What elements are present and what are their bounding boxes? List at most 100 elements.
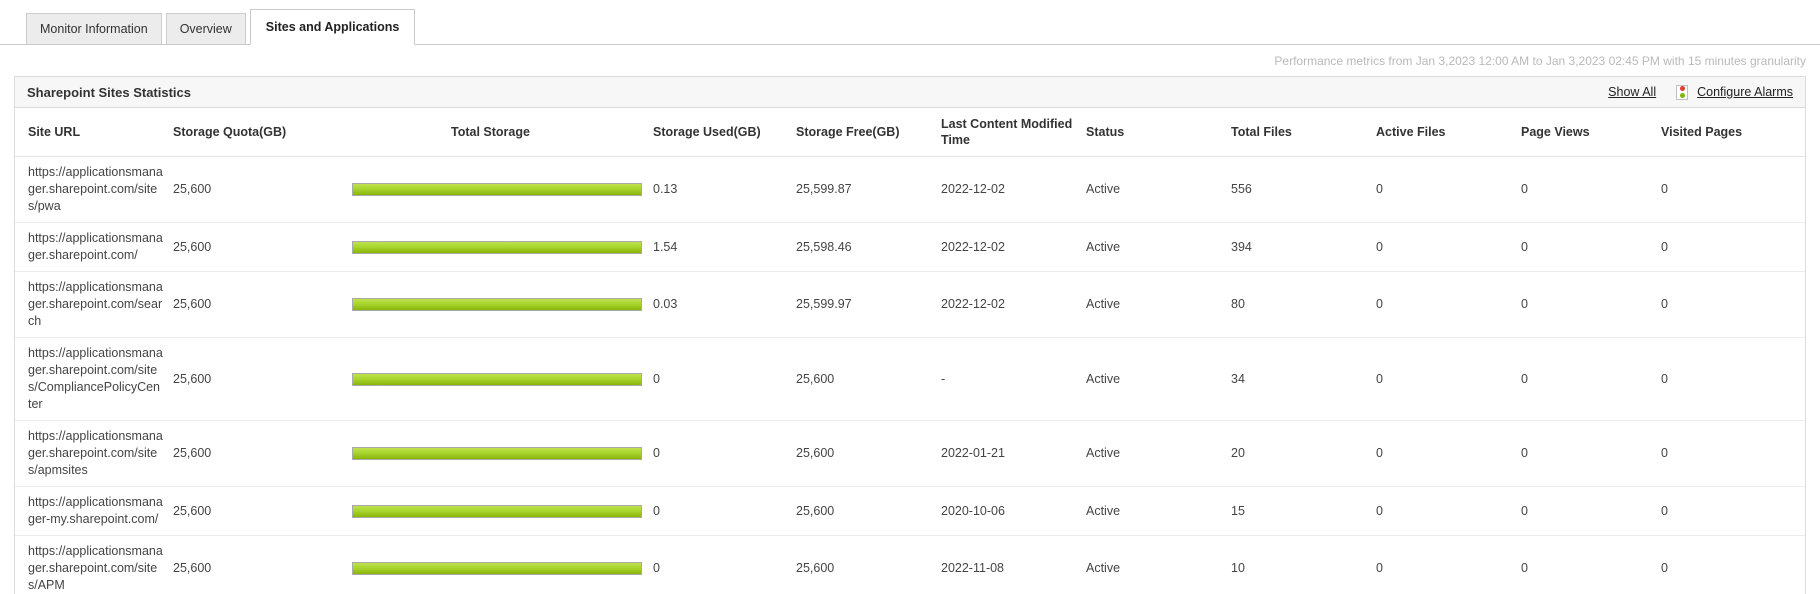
table-row: https://applicationsmanager.sharepoint.c…	[15, 157, 1805, 223]
cell-visited-pages: 0	[1661, 239, 1668, 254]
cell-storage-free: 25,599.87	[796, 182, 852, 196]
cell-total-storage	[338, 421, 653, 487]
storage-bar-fill	[353, 299, 641, 310]
show-all-link[interactable]: Show All	[1608, 85, 1656, 99]
column-header-active-files: Active Files	[1376, 108, 1521, 157]
traffic-light-icon[interactable]	[1676, 84, 1689, 100]
cell-storage-free: 25,600	[796, 503, 835, 518]
column-header-last-content-modified-time: Last Content Modified Time	[941, 108, 1086, 157]
cell-site-url: https://applicationsmanager.sharepoint.c…	[28, 346, 163, 411]
cell-total-files: 20	[1231, 446, 1245, 460]
cell-storage-quota: 25,600	[173, 561, 212, 575]
cell-storage-quota: 25,600	[173, 446, 212, 460]
cell-total-files: 556	[1231, 182, 1252, 196]
cell-last-modified: 2022-11-08	[941, 561, 1005, 575]
sharepoint-sites-panel: Sharepoint Sites Statistics Show All Con…	[14, 76, 1806, 594]
cell-status: Active	[1086, 182, 1121, 196]
cell-total-storage	[338, 272, 653, 338]
cell-page-views: 0	[1521, 561, 1528, 575]
cell-storage-quota: 25,600	[173, 371, 212, 386]
column-header-site-url: Site URL	[15, 108, 173, 157]
table-row: https://applicationsmanager.sharepoint.c…	[15, 223, 1805, 272]
cell-storage-used: 0	[653, 503, 660, 518]
sharepoint-sites-table: Site URL Storage Quota(GB) Total Storage St…	[15, 108, 1805, 594]
cell-visited-pages: 0	[1661, 503, 1668, 518]
storage-bar-fill	[353, 448, 641, 459]
panel-title: Sharepoint Sites Statistics	[27, 84, 191, 100]
table-row: https://applicationsmanager.sharepoint.c…	[15, 421, 1805, 487]
cell-last-modified: -	[941, 371, 946, 386]
cell-storage-quota: 25,600	[173, 297, 212, 311]
storage-bar	[352, 183, 642, 196]
cell-total-files: 10	[1231, 561, 1245, 575]
column-header-total-files: Total Files	[1231, 108, 1376, 157]
red-alarm-dot-icon	[1679, 86, 1685, 91]
cell-last-modified: 2022-12-02	[941, 297, 1005, 311]
cell-visited-pages: 0	[1661, 561, 1668, 575]
cell-status: Active	[1086, 503, 1121, 518]
cell-status: Active	[1086, 371, 1121, 386]
cell-storage-used: 1.54	[653, 239, 678, 254]
cell-page-views: 0	[1521, 182, 1528, 196]
cell-active-files: 0	[1376, 371, 1383, 386]
storage-bar	[352, 372, 642, 386]
column-header-storage-used-gb: Storage Used(GB)	[653, 108, 796, 157]
cell-storage-used: 0	[653, 446, 660, 460]
cell-site-url: https://applicationsmanager-my.sharepoin…	[28, 495, 163, 526]
column-header-total-storage: Total Storage	[338, 108, 653, 157]
panel-actions: Show All Configure Alarms	[1608, 84, 1793, 100]
cell-site-url: https://applicationsmanager.sharepoint.c…	[28, 429, 163, 477]
cell-status: Active	[1086, 561, 1121, 575]
table-row: https://applicationsmanager.sharepoint.c…	[15, 338, 1805, 421]
table-header-row: Site URL Storage Quota(GB) Total Storage St…	[15, 108, 1805, 157]
cell-storage-free: 25,599.97	[796, 297, 852, 311]
cell-storage-free: 25,598.46	[796, 239, 852, 254]
cell-storage-free: 25,600	[796, 371, 835, 386]
cell-site-url: https://applicationsmanager.sharepoint.c…	[28, 165, 163, 213]
panel-header: Sharepoint Sites Statistics Show All Con…	[15, 77, 1805, 108]
configure-alarms-link[interactable]: Configure Alarms	[1697, 85, 1793, 99]
cell-active-files: 0	[1376, 297, 1383, 311]
tab-bar: Monitor Information Overview Sites and A…	[0, 9, 1820, 45]
storage-bar-fill	[353, 373, 641, 385]
table-row: https://applicationsmanager.sharepoint.c…	[15, 272, 1805, 338]
tab-overview[interactable]: Overview	[165, 13, 246, 44]
cell-site-url: https://applicationsmanager.sharepoint.c…	[28, 280, 163, 328]
cell-total-storage	[338, 487, 653, 536]
cell-storage-used: 0	[653, 371, 660, 386]
performance-metrics-note: Performance metrics from Jan 3,2023 12:0…	[1274, 54, 1806, 68]
cell-storage-free: 25,600	[796, 561, 835, 575]
cell-total-storage	[338, 338, 653, 421]
cell-active-files: 0	[1376, 239, 1383, 254]
cell-storage-quota: 25,600	[173, 182, 212, 196]
cell-total-files: 34	[1231, 371, 1245, 386]
cell-page-views: 0	[1521, 503, 1528, 518]
cell-storage-quota: 25,600	[173, 239, 212, 254]
cell-last-modified: 2022-12-02	[941, 239, 1005, 254]
table-row: https://applicationsmanager.sharepoint.c…	[15, 536, 1805, 594]
storage-bar-fill	[353, 505, 641, 517]
tab-monitor-information[interactable]: Monitor Information	[26, 13, 162, 44]
storage-bar	[352, 298, 642, 311]
cell-storage-used: 0	[653, 561, 660, 575]
column-header-storage-quota-gb: Storage Quota(GB)	[173, 108, 338, 157]
cell-status: Active	[1086, 297, 1121, 311]
cell-storage-quota: 25,600	[173, 503, 212, 518]
storage-bar	[352, 504, 642, 518]
cell-status: Active	[1086, 239, 1121, 254]
storage-bar	[352, 240, 642, 254]
column-header-visited-pages: Visited Pages	[1661, 108, 1805, 157]
table-row: https://applicationsmanager-my.sharepoin…	[15, 487, 1805, 536]
storage-bar	[352, 447, 642, 460]
cell-page-views: 0	[1521, 446, 1528, 460]
storage-bar-fill	[353, 184, 641, 195]
cell-active-files: 0	[1376, 561, 1383, 575]
cell-page-views: 0	[1521, 239, 1528, 254]
cell-total-storage	[338, 536, 653, 594]
column-header-storage-free-gb: Storage Free(GB)	[796, 108, 941, 157]
cell-total-files: 394	[1231, 239, 1252, 254]
cell-active-files: 0	[1376, 446, 1383, 460]
cell-storage-free: 25,600	[796, 446, 835, 460]
tab-sites-and-applications[interactable]: Sites and Applications	[249, 9, 416, 45]
cell-page-views: 0	[1521, 297, 1528, 311]
